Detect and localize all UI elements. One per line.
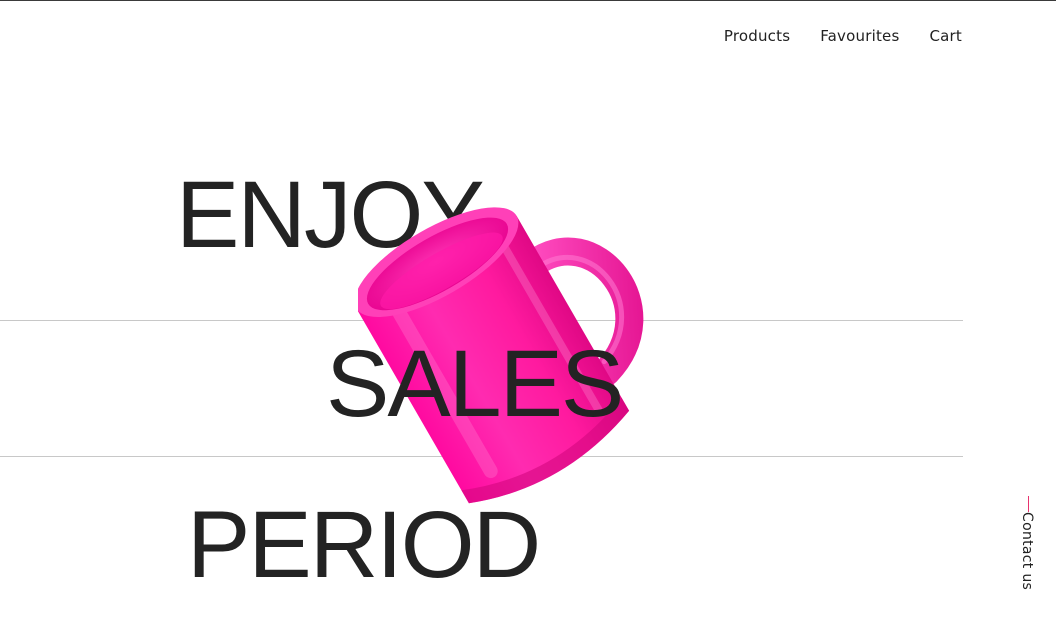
- nav-item-cart[interactable]: Cart: [929, 27, 962, 45]
- main-nav: Products Favourites Cart: [724, 27, 962, 45]
- nav-item-favourites[interactable]: Favourites: [820, 27, 899, 45]
- contact-us-link[interactable]: Contact us: [1019, 496, 1039, 596]
- headline-sales: SALES: [326, 331, 624, 437]
- contact-us-label: Contact us: [1019, 512, 1035, 591]
- contact-accent-line: [1028, 496, 1029, 512]
- top-border: [0, 0, 1056, 1]
- nav-item-products[interactable]: Products: [724, 27, 790, 45]
